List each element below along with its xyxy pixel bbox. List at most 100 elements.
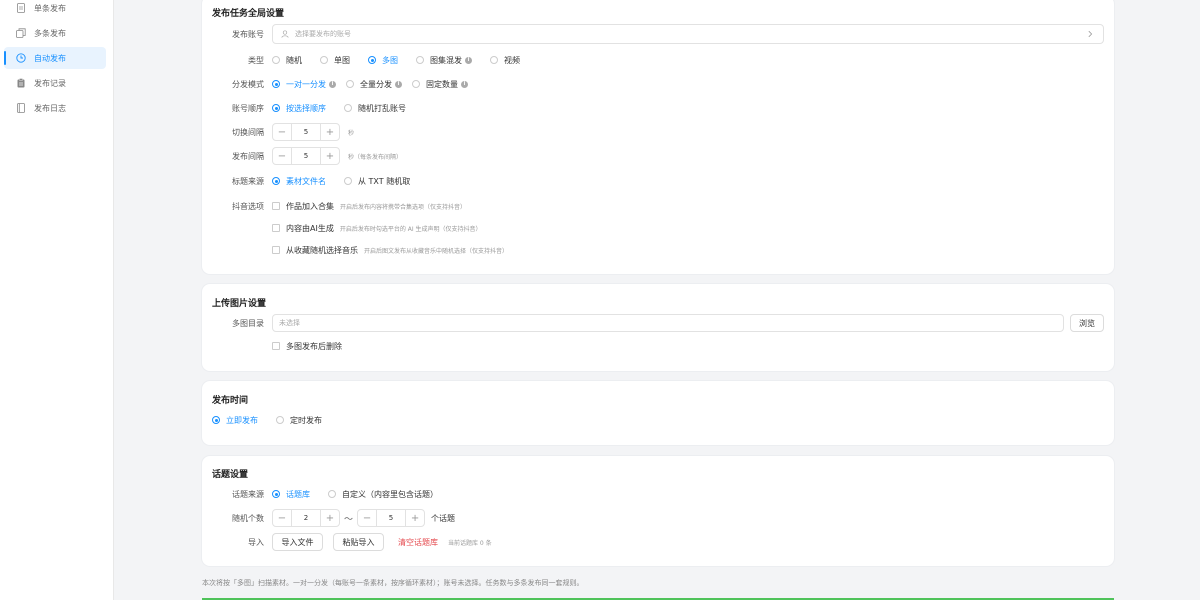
dir-input[interactable]: 未选择: [272, 314, 1064, 332]
chevron-right-icon: [1088, 30, 1093, 38]
radio-label: 自定义（内容里包含话题）: [342, 489, 438, 499]
title-source-txt[interactable]: 从 TXT 随机取: [344, 176, 410, 187]
radio-label: 随机打乱账号: [358, 103, 406, 113]
main-content: 发布任务全局设置 发布账号 选择要发布的账号 类型 随机 单图 多图 图集混发 i…: [114, 0, 1200, 600]
type-row: 类型 随机 单图 多图 图集混发 i 视频: [212, 50, 1104, 70]
radio-dot: [212, 416, 220, 424]
radio-label: 视频: [504, 55, 520, 65]
sidebar-item-single-publish[interactable]: 单条发布: [4, 0, 106, 19]
radio-label: 图集混发: [430, 55, 462, 65]
sidebar-item-label: 单条发布: [34, 3, 66, 13]
topic-source-library[interactable]: 话题库: [272, 489, 310, 500]
topic-count-row: 随机个数 − 2 + 〜 − 5 + 个话题: [212, 508, 1104, 528]
clipboard-icon: [16, 78, 26, 88]
browse-button[interactable]: 浏览: [1070, 314, 1104, 332]
increment-button[interactable]: +: [321, 148, 339, 164]
stepper-value[interactable]: 5: [291, 124, 321, 140]
range-separator: 〜: [344, 514, 354, 525]
order-row: 账号顺序 按选择顺序 随机打乱账号: [212, 98, 1104, 118]
hint-text: 开启后发布内容将携带合集选项（仅支持抖音）: [340, 203, 467, 211]
checkbox-box: [272, 224, 280, 232]
switch-interval-stepper: − 5 +: [272, 123, 340, 141]
decrement-button[interactable]: −: [358, 510, 376, 526]
checkbox-box: [272, 246, 280, 254]
decrement-button[interactable]: −: [273, 148, 291, 164]
checkbox-label: 从收藏随机选择音乐: [286, 245, 358, 255]
field-label: 标题来源: [232, 176, 264, 186]
douyin-row-3: 从收藏随机选择音乐 开启后图文发布从收藏音乐中随机选择（仅支持抖音）: [212, 240, 1104, 260]
mode-option-full[interactable]: 全量分发 i: [346, 79, 402, 90]
time-option-now[interactable]: 立即发布: [212, 415, 258, 426]
radio-label: 定时发布: [290, 415, 322, 425]
sidebar-item-auto-publish[interactable]: 自动发布: [4, 47, 106, 69]
hint-text: 开启后图文发布从收藏音乐中随机选择（仅支持抖音）: [364, 247, 509, 255]
type-option-single[interactable]: 单图: [320, 55, 350, 66]
sidebar-item-label: 自动发布: [34, 53, 66, 63]
douyin-collection-checkbox[interactable]: 作品加入合集: [272, 201, 334, 212]
publish-interval-row: 发布间隔 − 5 + 秒（每条发布间隔）: [212, 146, 1104, 166]
radio-dot: [276, 416, 284, 424]
type-option-mixed[interactable]: 图集混发 i: [416, 55, 472, 66]
clear-library-link[interactable]: 清空话题库: [398, 537, 438, 548]
copy-icon: [16, 28, 26, 38]
douyin-ai-checkbox[interactable]: 内容由AI生成: [272, 223, 334, 234]
time-option-scheduled[interactable]: 定时发布: [276, 415, 322, 426]
time-row: 立即发布 定时发布: [212, 410, 1104, 430]
field-label: 随机个数: [232, 513, 264, 523]
increment-button[interactable]: +: [321, 510, 339, 526]
type-option-random[interactable]: 随机: [272, 55, 302, 66]
stepper-value[interactable]: 5: [376, 510, 407, 526]
card-title: 发布时间: [212, 396, 249, 406]
radio-dot: [272, 104, 280, 112]
douyin-row-1: 抖音选项 作品加入合集 开启后发布内容将携带合集选项（仅支持抖音）: [212, 196, 1104, 216]
type-option-multi[interactable]: 多图: [368, 55, 398, 66]
radio-dot: [490, 56, 498, 64]
radio-label: 固定数量: [426, 79, 458, 89]
field-label: 切换间隔: [232, 127, 264, 137]
publish-time-card: 发布时间 立即发布 定时发布: [202, 381, 1114, 445]
field-label: 分发模式: [232, 79, 264, 89]
topic-settings-card: 话题设置 话题来源 话题库 自定义（内容里包含话题） 随机个数 − 2 + 〜 …: [202, 456, 1114, 566]
topic-source-custom[interactable]: 自定义（内容里包含话题）: [328, 489, 438, 500]
radio-dot: [328, 490, 336, 498]
publish-interval-stepper: − 5 +: [272, 147, 340, 165]
unit-text: 个话题: [431, 513, 456, 523]
delete-after-checkbox[interactable]: 多图发布后删除: [272, 341, 342, 352]
info-icon[interactable]: i: [465, 56, 472, 64]
field-label: 账号顺序: [232, 103, 264, 113]
type-option-video[interactable]: 视频: [490, 55, 520, 66]
order-option-selection[interactable]: 按选择顺序: [272, 103, 326, 114]
mode-option-fixed[interactable]: 固定数量 i: [412, 79, 468, 90]
radio-label: 立即发布: [226, 415, 258, 425]
info-icon[interactable]: i: [461, 80, 468, 88]
paste-import-button[interactable]: 粘贴导入: [333, 533, 384, 551]
field-label: 抖音选项: [232, 201, 264, 211]
radio-label: 多图: [382, 55, 398, 65]
stepper-value[interactable]: 5: [291, 148, 321, 164]
sidebar-item-publish-records[interactable]: 发布记录: [4, 72, 106, 94]
notebook-icon: [16, 103, 26, 113]
import-file-button[interactable]: 导入文件: [272, 533, 323, 551]
info-icon[interactable]: i: [329, 80, 336, 88]
account-select[interactable]: 选择要发布的账号: [272, 24, 1104, 44]
field-label: 类型: [248, 55, 264, 65]
stepper-value[interactable]: 2: [291, 510, 321, 526]
unit-text: 秒: [348, 129, 355, 137]
order-option-shuffle[interactable]: 随机打乱账号: [344, 103, 406, 114]
mode-option-one-to-one[interactable]: 一对一分发 i: [272, 79, 336, 90]
increment-button[interactable]: +: [321, 124, 339, 140]
card-title: 话题设置: [212, 470, 249, 480]
field-label: 多图目录: [232, 318, 264, 328]
radio-label: 素材文件名: [286, 176, 326, 186]
decrement-button[interactable]: −: [273, 124, 291, 140]
sidebar-item-publish-log[interactable]: 发布日志: [4, 97, 106, 119]
title-source-filename[interactable]: 素材文件名: [272, 176, 326, 187]
radio-label: 话题库: [286, 489, 310, 499]
decrement-button[interactable]: −: [273, 510, 291, 526]
douyin-music-checkbox[interactable]: 从收藏随机选择音乐: [272, 245, 358, 256]
sidebar-item-multi-publish[interactable]: 多条发布: [4, 22, 106, 44]
info-icon[interactable]: i: [395, 80, 402, 88]
radio-label: 随机: [286, 55, 302, 65]
increment-button[interactable]: +: [406, 510, 424, 526]
douyin-row-2: 内容由AI生成 开启后发布时勾选平台的 AI 生成声明（仅支持抖音）: [212, 218, 1104, 238]
